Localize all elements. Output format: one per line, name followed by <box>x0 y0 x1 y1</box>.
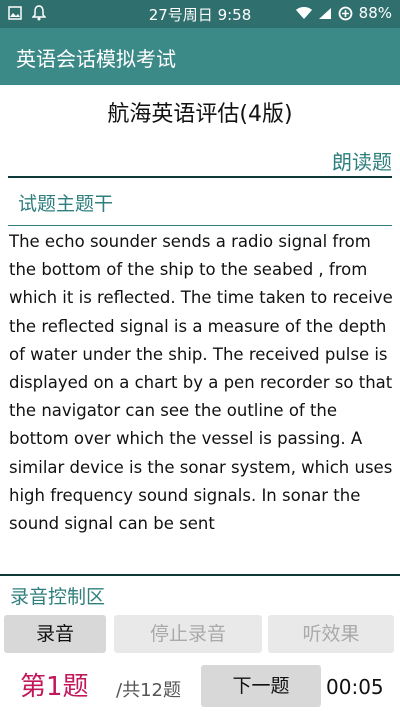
status-bar: 27号周日 9:58 88% <box>0 0 400 28</box>
stop-recording-button[interactable]: 停止录音 <box>114 615 262 653</box>
battery-percent: 88% <box>358 4 392 22</box>
stem-label: 试题主题干 <box>18 193 114 215</box>
listen-playback-button[interactable]: 听效果 <box>268 615 394 653</box>
divider <box>8 225 392 226</box>
status-right: 88% <box>295 4 392 22</box>
app-bar: 英语会话模拟考试 <box>0 28 400 85</box>
timer: 00:05 <box>326 675 384 699</box>
wifi-icon <box>295 6 312 20</box>
divider <box>0 574 400 576</box>
question-total: /共12题 <box>116 680 181 701</box>
passage-text[interactable]: The echo sounder sends a radio signal fr… <box>9 228 393 568</box>
divider <box>8 176 392 178</box>
recording-control-label: 录音控制区 <box>10 586 106 608</box>
battery-saver-icon <box>338 6 353 21</box>
signal-icon <box>318 7 332 20</box>
section-type: 朗读题 <box>332 150 392 174</box>
exam-title: 航海英语评估(4版) <box>107 102 293 127</box>
record-button[interactable]: 录音 <box>4 615 106 653</box>
app-title: 英语会话模拟考试 <box>16 47 176 71</box>
question-number: 第1题 <box>20 672 89 702</box>
next-question-button[interactable]: 下一题 <box>201 665 321 707</box>
